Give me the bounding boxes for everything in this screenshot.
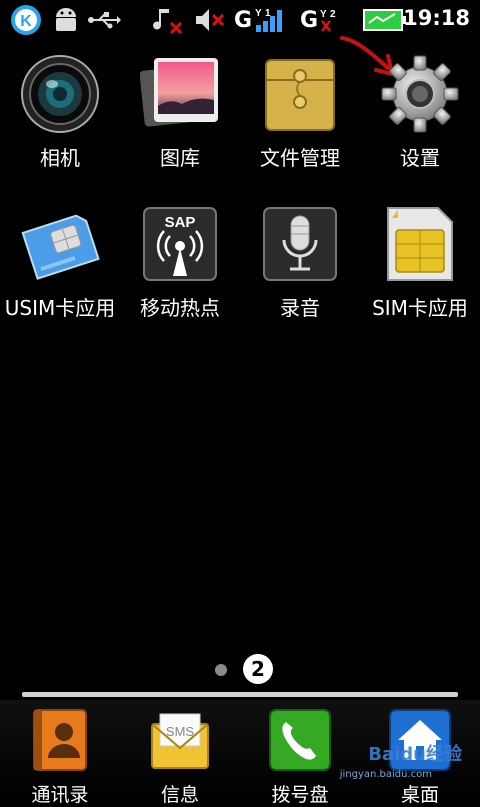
watermark-logo: Baidu经验 [368, 744, 462, 765]
app-file-manager[interactable]: 文件管理 [245, 54, 355, 174]
hotspot-icon: SAP [140, 204, 220, 284]
signal-g2-sub: 2 [330, 9, 336, 20]
dock-label: 信息 [160, 784, 199, 806]
app-label: SIM卡应用 [372, 296, 468, 320]
dock-divider [22, 692, 458, 697]
page-dot[interactable] [215, 664, 227, 676]
sim-card-icon [380, 204, 460, 284]
dock-label: 通讯录 [31, 784, 89, 806]
app-label: 录音 [280, 296, 320, 320]
watermark-url: jingyan.baidu.com [339, 769, 432, 780]
app-label: 设置 [400, 146, 440, 170]
app-settings[interactable]: 设置 [365, 54, 475, 174]
dock-label: 拨号盘 [271, 784, 329, 806]
dock-label: 桌面 [400, 784, 439, 806]
page-indicator: 2 [0, 652, 480, 686]
usim-card-icon [20, 204, 100, 284]
app-label: 移动热点 [140, 296, 220, 320]
app-label: USIM卡应用 [4, 296, 116, 320]
camera-icon [20, 54, 100, 134]
app-usim[interactable]: USIM卡应用 [5, 204, 115, 324]
folder-icon [260, 54, 340, 134]
usb-icon [86, 4, 122, 36]
status-bar: K G Y 1 G Y 2 19:18 [0, 0, 480, 40]
gallery-icon [139, 54, 220, 134]
signal-g1-label: G [233, 7, 253, 33]
app-hotspot[interactable]: SAP 移动热点 [125, 204, 235, 324]
status-clock: 19:18 [403, 6, 470, 30]
contacts-icon [28, 708, 92, 772]
microphone-icon [260, 204, 340, 284]
app-camera[interactable]: 相机 [5, 54, 115, 174]
svg-text:Y: Y [320, 9, 327, 20]
app-label: 相机 [40, 146, 80, 170]
music-muted-icon [152, 4, 188, 36]
app-sim[interactable]: SIM卡应用 [365, 204, 475, 324]
svg-text:Y: Y [255, 8, 262, 19]
svg-text:K: K [20, 13, 32, 30]
hotspot-sap-label: SAP [165, 214, 196, 231]
signal-g2-label: G [299, 7, 319, 33]
app-recorder[interactable]: 录音 [245, 204, 355, 324]
current-page-badge[interactable]: 2 [243, 654, 273, 684]
sms-label: SMS [166, 724, 195, 739]
gear-icon [380, 54, 460, 134]
app-label: 文件管理 [260, 146, 340, 170]
sms-icon: SMS [148, 708, 212, 772]
signal-g1-icon: G Y 1 [232, 4, 294, 36]
android-icon [50, 4, 82, 36]
app-gallery[interactable]: 图库 [125, 54, 235, 174]
app-label: 图库 [160, 146, 200, 170]
volume-muted-icon [192, 4, 228, 36]
phone-icon [268, 708, 332, 772]
kuaibo-k-icon: K [8, 4, 44, 36]
